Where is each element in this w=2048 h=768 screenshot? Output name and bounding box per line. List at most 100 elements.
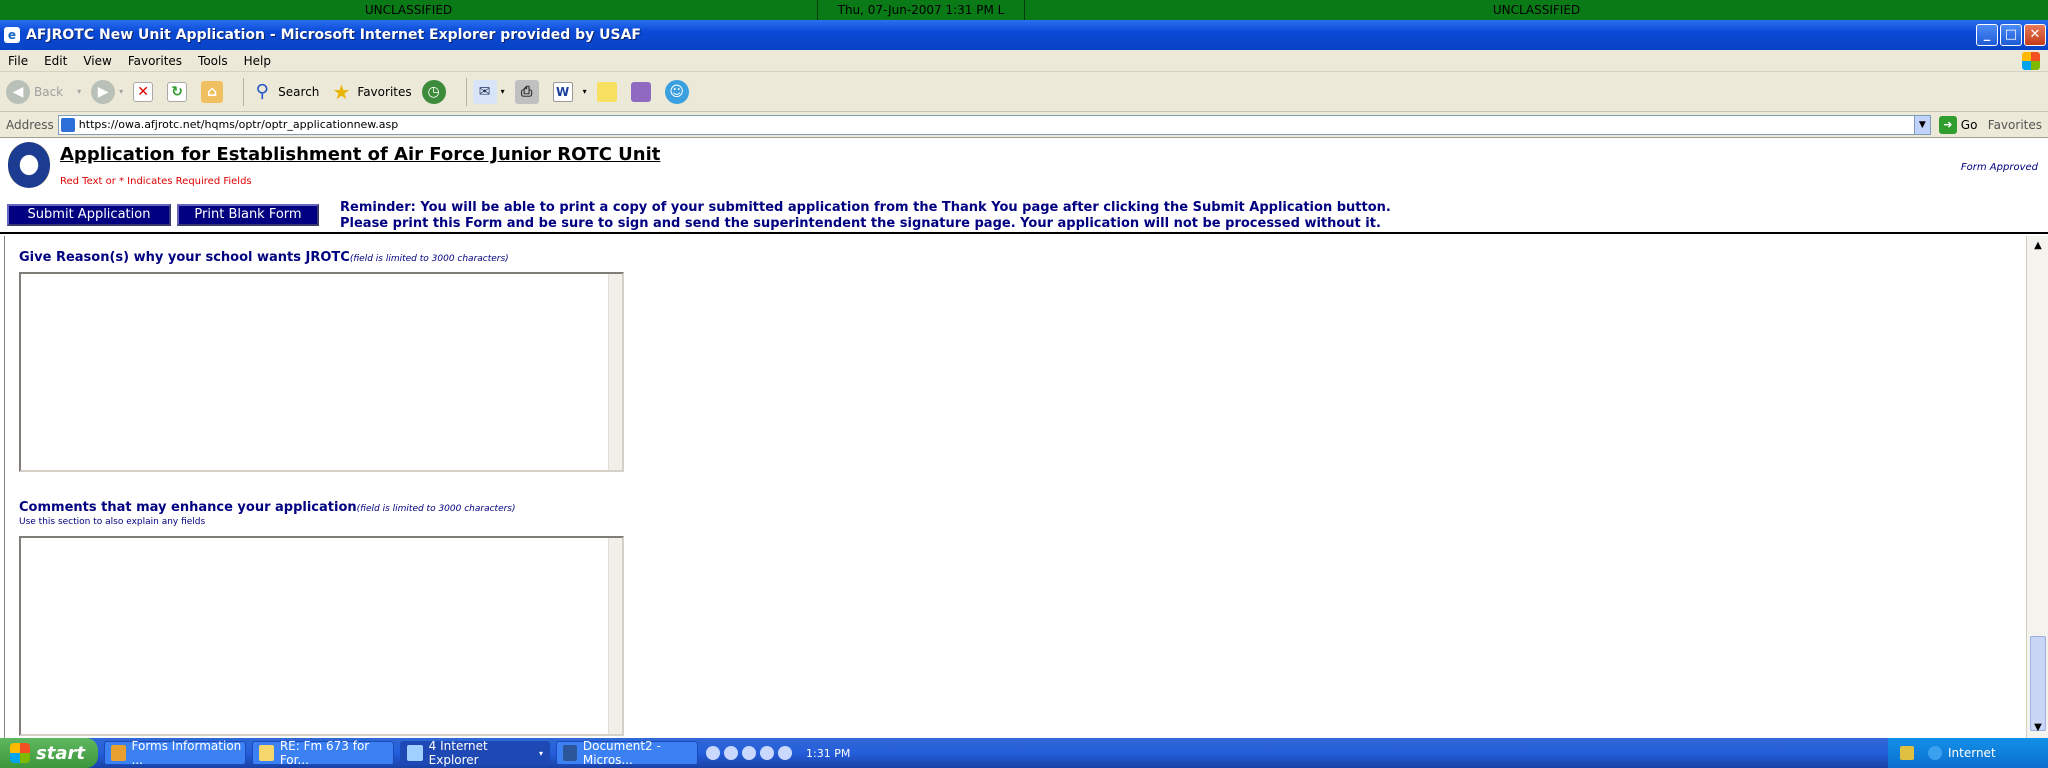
banner-left: UNCLASSIFIED bbox=[0, 0, 818, 20]
window-titlebar[interactable]: e AFJROTC New Unit Application - Microso… bbox=[0, 20, 2048, 50]
forward-button[interactable]: ▶ ▾ bbox=[91, 79, 123, 104]
search-icon: ⚲ bbox=[255, 80, 269, 102]
zone-label: Internet bbox=[1948, 746, 1996, 760]
comments-limit: (field is limited to 3000 characters) bbox=[356, 504, 516, 514]
page-content: Application for Establishment of Air For… bbox=[0, 138, 2048, 738]
address-label: Address bbox=[6, 117, 54, 132]
reason-scrollbar[interactable] bbox=[608, 274, 622, 470]
task-re-fm673[interactable]: RE: Fm 673 for For... bbox=[252, 739, 394, 767]
research-button[interactable] bbox=[630, 81, 655, 102]
reminder-text: Reminder: You will be able to print a co… bbox=[340, 200, 1391, 232]
back-arrow-icon: ◀ bbox=[6, 79, 30, 104]
address-bar: Address https://owa.afjrotc.net/hqms/opt… bbox=[0, 112, 2048, 138]
menu-help[interactable]: Help bbox=[236, 54, 279, 68]
media-stop-icon[interactable] bbox=[742, 746, 756, 760]
form-approved-label: Form Approved bbox=[1960, 162, 2038, 173]
address-url: https://owa.afjrotc.net/hqms/optr/optr_a… bbox=[78, 118, 399, 131]
afjrotc-seal-icon bbox=[8, 142, 50, 188]
comments-scrollbar[interactable] bbox=[608, 538, 622, 734]
form-scroll-area: Give Reason(s) why your school wants JRO… bbox=[4, 236, 2026, 738]
volume-icon[interactable] bbox=[778, 746, 792, 760]
task-document2[interactable]: Document2 - Micros... bbox=[556, 739, 698, 767]
favorites-star-icon: ★ bbox=[332, 79, 351, 104]
banner-datetime: Thu, 07-Jun-2007 1:31 PM L bbox=[818, 0, 1025, 20]
reason-label: Give Reason(s) why your school wants JRO… bbox=[19, 250, 509, 265]
menu-bar: File Edit View Favorites Tools Help bbox=[0, 50, 2048, 72]
print-blank-form-button[interactable]: Print Blank Form bbox=[177, 204, 319, 226]
menu-favorites[interactable]: Favorites bbox=[120, 54, 190, 68]
reason-textarea[interactable] bbox=[19, 272, 624, 472]
favorites-button[interactable]: ★ Favorites bbox=[329, 80, 411, 104]
messenger-button[interactable]: ☺ bbox=[664, 79, 693, 104]
windows-taskbar: start Forms Information ... RE: Fm 673 f… bbox=[0, 738, 2048, 768]
page-icon bbox=[60, 117, 75, 132]
go-button[interactable]: ➜ Go bbox=[1938, 115, 1977, 134]
printer-icon: ⎙ bbox=[514, 79, 539, 104]
notes-icon bbox=[596, 81, 617, 102]
print-button[interactable]: ⎙ bbox=[514, 79, 543, 104]
mail-icon: ✉ bbox=[472, 79, 497, 104]
email-icon bbox=[259, 745, 274, 761]
comments-label: Comments that may enhance your applicati… bbox=[19, 500, 516, 515]
maximize-button[interactable]: □ bbox=[2000, 24, 2022, 46]
stop-button[interactable]: ✕ bbox=[133, 81, 157, 102]
minimize-button[interactable]: _ bbox=[1976, 24, 1998, 46]
media-prev-icon[interactable] bbox=[706, 746, 720, 760]
required-fields-note: Red Text or * Indicates Required Fields bbox=[60, 176, 252, 187]
scroll-down-icon[interactable]: ▼ bbox=[2030, 720, 2046, 736]
comments-sublabel: Use this section to also explain any fie… bbox=[19, 517, 206, 527]
page-vertical-scrollbar[interactable]: ▲ ▼ bbox=[2026, 236, 2048, 738]
reminder-line-2: Please print this Form and be sure to si… bbox=[340, 216, 1381, 231]
messenger-icon: ☺ bbox=[664, 79, 689, 104]
address-input[interactable]: https://owa.afjrotc.net/hqms/optr/optr_a… bbox=[57, 114, 1931, 135]
globe-icon bbox=[1928, 746, 1942, 760]
comments-textarea[interactable] bbox=[19, 536, 624, 736]
task-forms-information[interactable]: Forms Information ... bbox=[104, 739, 246, 767]
form-header: Application for Establishment of Air For… bbox=[0, 138, 2048, 234]
stop-icon: ✕ bbox=[133, 81, 154, 102]
word-icon: W bbox=[552, 81, 573, 102]
scroll-up-icon[interactable]: ▲ bbox=[2030, 238, 2046, 254]
edit-word-button[interactable]: W ▾ bbox=[552, 81, 587, 102]
status-zone: Internet bbox=[1888, 738, 2048, 768]
windows-logo-icon bbox=[2022, 52, 2040, 70]
mail-button[interactable]: ✉ ▾ bbox=[472, 79, 505, 104]
refresh-icon: ↻ bbox=[167, 81, 188, 102]
menu-view[interactable]: View bbox=[75, 54, 119, 68]
word-task-icon bbox=[563, 745, 577, 761]
submit-application-button[interactable]: Submit Application bbox=[7, 204, 171, 226]
home-button[interactable]: ⌂ bbox=[201, 80, 227, 103]
menu-edit[interactable]: Edit bbox=[36, 54, 75, 68]
links-label[interactable]: Favorites bbox=[1988, 118, 2042, 132]
ie-icon: e bbox=[4, 27, 20, 43]
address-dropdown-icon[interactable]: ▼ bbox=[1913, 115, 1930, 134]
close-button[interactable]: ✕ bbox=[2024, 24, 2046, 46]
media-pause-icon[interactable] bbox=[724, 746, 738, 760]
window-title: AFJROTC New Unit Application - Microsoft… bbox=[26, 27, 641, 43]
reason-limit: (field is limited to 3000 characters) bbox=[349, 254, 509, 264]
classification-banner: UNCLASSIFIED Thu, 07-Jun-2007 1:31 PM L … bbox=[0, 0, 2048, 20]
toolbar: ◀ Back ▾ ▶ ▾ ✕ ↻ ⌂ ⚲ Search ★ Favorites ◷ ✉ ▾ … bbox=[0, 72, 2048, 112]
start-button[interactable]: start bbox=[0, 738, 98, 768]
research-icon bbox=[630, 81, 651, 102]
home-icon: ⌂ bbox=[201, 80, 224, 103]
notes-button[interactable] bbox=[596, 81, 621, 102]
search-button[interactable]: ⚲ Search bbox=[250, 80, 320, 104]
scroll-thumb[interactable] bbox=[2030, 636, 2046, 731]
ie-task-icon bbox=[407, 745, 423, 761]
reminder-line-1: Reminder: You will be able to print a co… bbox=[340, 200, 1391, 215]
refresh-button[interactable]: ↻ bbox=[167, 81, 191, 102]
lock-icon bbox=[1900, 746, 1914, 760]
banner-right: UNCLASSIFIED bbox=[1492, 3, 1581, 17]
app-icon bbox=[111, 745, 126, 761]
media-next-icon[interactable] bbox=[760, 746, 774, 760]
task-internet-explorer[interactable]: 4 Internet Explorer ▾ bbox=[400, 739, 550, 767]
page-title: Application for Establishment of Air For… bbox=[60, 144, 661, 165]
windows-flag-icon bbox=[10, 743, 30, 763]
forward-arrow-icon: ▶ bbox=[91, 79, 116, 104]
back-button[interactable]: ◀ Back ▾ bbox=[6, 79, 81, 104]
menu-tools[interactable]: Tools bbox=[190, 54, 236, 68]
menu-file[interactable]: File bbox=[0, 54, 36, 68]
go-arrow-icon: ➜ bbox=[1938, 115, 1957, 134]
history-button[interactable]: ◷ bbox=[421, 79, 450, 104]
